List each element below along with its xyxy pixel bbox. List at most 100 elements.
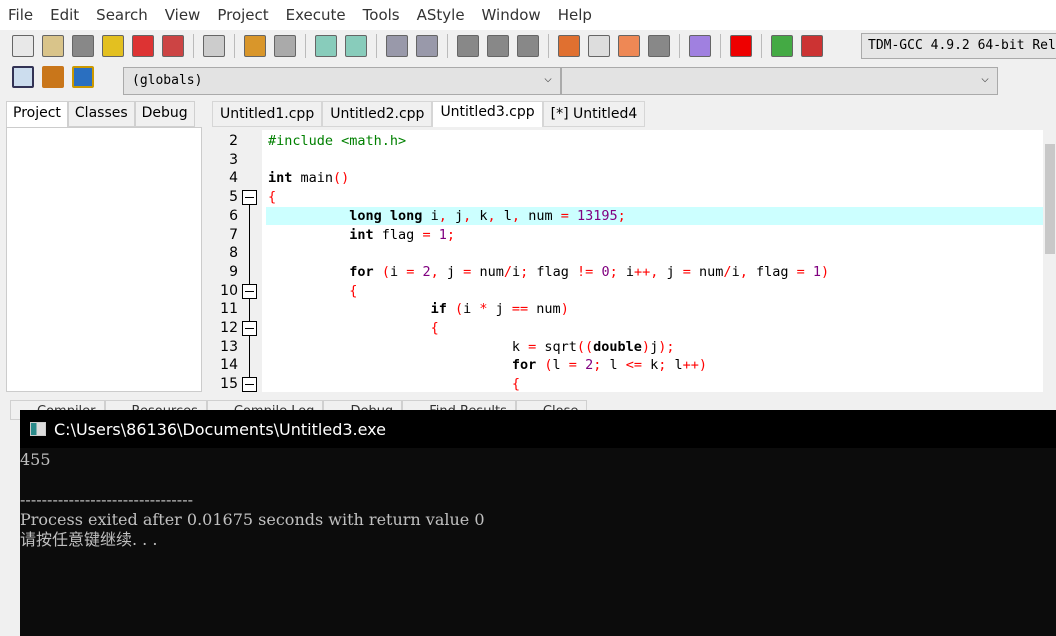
tab-debug[interactable]: Debug <box>134 101 195 127</box>
save-icon[interactable] <box>72 35 94 57</box>
code-line: 13 k = sqrt((double)j); <box>212 338 1042 357</box>
class-browser-icon[interactable] <box>12 66 34 88</box>
line-number: 7 <box>229 226 238 243</box>
close-icon[interactable] <box>132 35 154 57</box>
delete-profile-icon[interactable] <box>801 35 823 57</box>
line-number: 11 <box>220 301 238 318</box>
toggle-bookmark-icon[interactable] <box>386 35 408 57</box>
code-editor[interactable]: 2 #include <math.h> 3 4 int main() 5{6 long l… <box>212 130 1044 392</box>
scrollbar-thumb[interactable] <box>1045 144 1055 254</box>
find-replace-icon[interactable] <box>345 35 367 57</box>
fold-toggle-icon[interactable] <box>242 283 257 299</box>
code-line: 10 { <box>212 282 1042 301</box>
code-text: { <box>349 282 358 299</box>
run-icon[interactable] <box>588 35 610 57</box>
code-line: 12 { <box>212 319 1042 338</box>
console-output: 455 -------------------------------- Pro… <box>20 450 485 549</box>
toolbar-separator <box>447 34 448 58</box>
project-options-icon[interactable] <box>72 66 94 88</box>
toolbar-separator <box>720 34 721 58</box>
menu-view[interactable]: View <box>163 6 203 24</box>
editor-tab[interactable]: Untitled1.cpp <box>212 101 323 127</box>
unindent-icon[interactable] <box>487 35 509 57</box>
scope-value: (globals) <box>132 73 203 88</box>
symbol-dropdown[interactable]: ⌵ <box>561 67 998 95</box>
open-file-icon[interactable] <box>42 35 64 57</box>
code-line: 15 { <box>212 375 1042 392</box>
stop-icon[interactable] <box>730 35 752 57</box>
line-number: 2 <box>229 133 238 149</box>
menu-file[interactable]: File <box>6 6 35 24</box>
syntax-check-icon[interactable] <box>689 35 711 57</box>
fold-toggle-icon[interactable] <box>242 377 257 392</box>
undo-icon[interactable] <box>244 35 266 57</box>
console-titlebar: C:\Users\86136\Documents\Untitled3.exe <box>20 410 1056 448</box>
console-app-icon <box>30 422 46 436</box>
fold-toggle-icon[interactable] <box>242 321 257 336</box>
code-text: k = sqrt((double)j); <box>268 338 675 355</box>
vertical-scrollbar[interactable] <box>1043 130 1056 392</box>
line-number: 8 <box>229 245 238 262</box>
menu-window[interactable]: Window <box>480 6 543 24</box>
line-number: 4 <box>229 170 238 187</box>
code-line: 6 long long i, j, k, l, num = 13195; <box>229 206 1044 226</box>
left-panel-tabs: Project Classes Debug <box>6 101 195 127</box>
code-line: 4 int main() <box>212 169 1042 188</box>
line-number: 5 <box>229 189 238 206</box>
menu-astyle[interactable]: AStyle <box>415 6 467 24</box>
line-number: 15 <box>220 376 238 392</box>
code-text: { <box>430 320 439 336</box>
line-number: 13 <box>220 338 238 355</box>
fold-toggle-icon[interactable] <box>242 190 257 206</box>
editor-tab[interactable]: Untitled2.cpp <box>322 101 433 127</box>
goto-bookmark-icon[interactable] <box>416 35 438 57</box>
find-icon[interactable] <box>315 35 337 57</box>
code-text: int flag = 1; <box>349 226 456 243</box>
rebuild-icon[interactable] <box>648 35 670 57</box>
close-all-icon[interactable] <box>162 35 184 57</box>
chevron-down-icon: ⌵ <box>981 71 989 86</box>
editor-tab[interactable]: [*] Untitled4 <box>542 101 646 127</box>
toolbar-separator <box>193 34 194 58</box>
redo-icon[interactable] <box>274 35 296 57</box>
toolbar-separator <box>761 34 762 58</box>
profile-icon[interactable] <box>771 35 793 57</box>
indent-icon[interactable] <box>457 35 479 57</box>
code-line: 11 if (i * j == num) <box>212 300 1042 319</box>
editor-tabs: Untitled1.cpp Untitled2.cpp Untitled3.cpp[… <box>212 101 646 127</box>
compiler-select[interactable]: TDM-GCC 4.9.2 64-bit Release <box>861 33 1056 59</box>
code-text: for (i = 2, j = num/i; flag != 0; i++, j… <box>349 263 830 280</box>
code-line: 14 for (l = 2; l <= k; l++) <box>212 356 1042 375</box>
code-text: { <box>268 189 277 206</box>
secondary-toolbar <box>8 66 98 88</box>
comment-icon[interactable] <box>517 35 539 57</box>
toolbar-separator <box>679 34 680 58</box>
menu-search[interactable]: Search <box>94 6 150 24</box>
code-text: long long i, j, k, l, num = 13195; <box>349 207 626 224</box>
console-window[interactable]: C:\Users\86136\Documents\Untitled3.exe 4… <box>20 410 1056 636</box>
code-line: 9 for (i = 2, j = num/i; flag != 0; i++,… <box>212 263 1042 282</box>
editor-tab[interactable]: Untitled3.cpp <box>432 101 543 127</box>
tab-classes[interactable]: Classes <box>67 101 135 127</box>
menu-execute[interactable]: Execute <box>284 6 348 24</box>
code-text: if (i * j == num) <box>430 301 569 318</box>
menu-bar: File Edit Search View Project Execute Tools ASt… <box>0 0 1056 30</box>
add-file-icon[interactable] <box>42 66 64 88</box>
new-file-icon[interactable] <box>12 35 34 57</box>
menu-help[interactable]: Help <box>556 6 594 24</box>
print-icon[interactable] <box>203 35 225 57</box>
menu-edit[interactable]: Edit <box>48 6 81 24</box>
compile-icon[interactable] <box>558 35 580 57</box>
tab-project[interactable]: Project <box>6 101 68 127</box>
line-number: 3 <box>229 151 238 168</box>
scope-dropdown[interactable]: (globals) ⌵ <box>123 67 561 95</box>
toolbar-separator <box>305 34 306 58</box>
code-line: 8 <box>212 244 1042 263</box>
menu-project[interactable]: Project <box>215 6 270 24</box>
save-all-icon[interactable] <box>102 35 124 57</box>
compile-run-icon[interactable] <box>618 35 640 57</box>
menu-tools[interactable]: Tools <box>361 6 402 24</box>
code-line: 7 int flag = 1; <box>212 226 1042 245</box>
code-text: { <box>511 376 520 392</box>
code-line: 3 <box>212 151 1042 170</box>
